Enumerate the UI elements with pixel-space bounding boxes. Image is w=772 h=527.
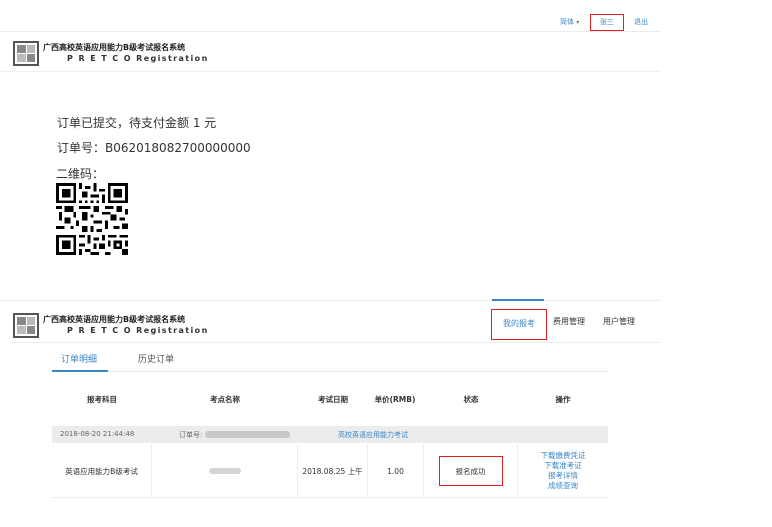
username-link[interactable]: 张三 (590, 14, 624, 31)
brand-subtitle: P R E T C O Registration (67, 326, 209, 335)
column-header-price: 单价(RMB) (374, 395, 416, 404)
actions-cell: 下载缴费凭证 下载准考证 报考详情 成绩查询 (518, 444, 608, 498)
table-row: 英语应用能力B级考试 2018.08.25 上午 1.00 报名成功 下载缴费凭… (52, 444, 608, 498)
column-header-subject: 报考科目 (87, 395, 117, 404)
order-number-label: 订单号： (57, 141, 106, 155)
download-receipt-link[interactable]: 下载缴费凭证 (541, 451, 586, 461)
score-query-link[interactable]: 成绩查询 (548, 481, 578, 491)
brand-subtitle: P R E T C O Registration (67, 54, 209, 63)
registration-details-link[interactable]: 报考详情 (548, 471, 578, 481)
qr-code-image (56, 183, 128, 255)
pretco-logo-icon (13, 313, 39, 338)
column-header-exam-date: 考试日期 (318, 395, 348, 404)
order-number: 订单号：B062018082700000000 (57, 139, 251, 156)
exam-site-cell (152, 444, 298, 498)
pretco-logo-icon (13, 41, 39, 66)
logout-link[interactable]: 退出 (634, 17, 648, 27)
brand-title: 广西高校英语应用能力B级考试报名系统 (43, 315, 186, 324)
download-admission-ticket-link[interactable]: 下载准考证 (544, 461, 582, 471)
column-header-status: 状态 (463, 395, 479, 404)
exam-name-link[interactable]: 高校英语应用能力考试 (338, 430, 408, 440)
subject-cell: 英语应用能力B级考试 (52, 444, 152, 498)
order-number-label: 订单号: (179, 431, 203, 439)
top-bar: 简体 ▾ 张三 退出 (0, 14, 660, 32)
redacted-order-number (205, 431, 290, 438)
status-badge: 报名成功 (438, 456, 503, 486)
chevron-down-icon: ▾ (576, 19, 580, 26)
status-cell: 报名成功 (424, 444, 518, 498)
nav-active-indicator (492, 299, 544, 301)
exam-date-cell: 2018.08.25 上午 (298, 444, 368, 498)
tab-order-details[interactable]: 订单明细 (61, 352, 97, 365)
payment-status-text: 订单已提交，待支付金额 1 元 (57, 116, 217, 130)
column-header-exam-site: 考点名称 (210, 395, 240, 404)
header-divider (0, 71, 660, 72)
nav-user-management[interactable]: 用户管理 (603, 316, 635, 327)
redacted-exam-site (208, 468, 241, 474)
tab-order-history[interactable]: 历史订单 (138, 352, 174, 365)
brand-header-2: 广西高校英语应用能力B级考试报名系统 P R E T C O Registrat… (13, 313, 209, 338)
price-cell: 1.00 (368, 444, 424, 498)
nav-bottom-border (12, 342, 660, 343)
nav-my-registrations[interactable]: 我的报考 (491, 309, 547, 340)
nav-top-border (0, 300, 660, 301)
column-header-actions: 操作 (555, 395, 571, 404)
order-datetime: 2018-08-20 21:44:48 (60, 430, 135, 438)
tab-divider (52, 371, 608, 372)
brand-header: 广西高校英语应用能力B级考试报名系统 P R E T C O Registrat… (13, 41, 209, 66)
language-selector[interactable]: 简体 ▾ (560, 17, 579, 27)
brand-title: 广西高校英语应用能力B级考试报名系统 (43, 43, 186, 52)
order-number-value: B062018082700000000 (105, 141, 251, 155)
order-summary-row: 2018-08-20 21:44:48 订单号: 高校英语应用能力考试 (52, 426, 608, 443)
tab-active-underline (52, 370, 108, 372)
nav-fee-management[interactable]: 费用管理 (553, 316, 585, 327)
